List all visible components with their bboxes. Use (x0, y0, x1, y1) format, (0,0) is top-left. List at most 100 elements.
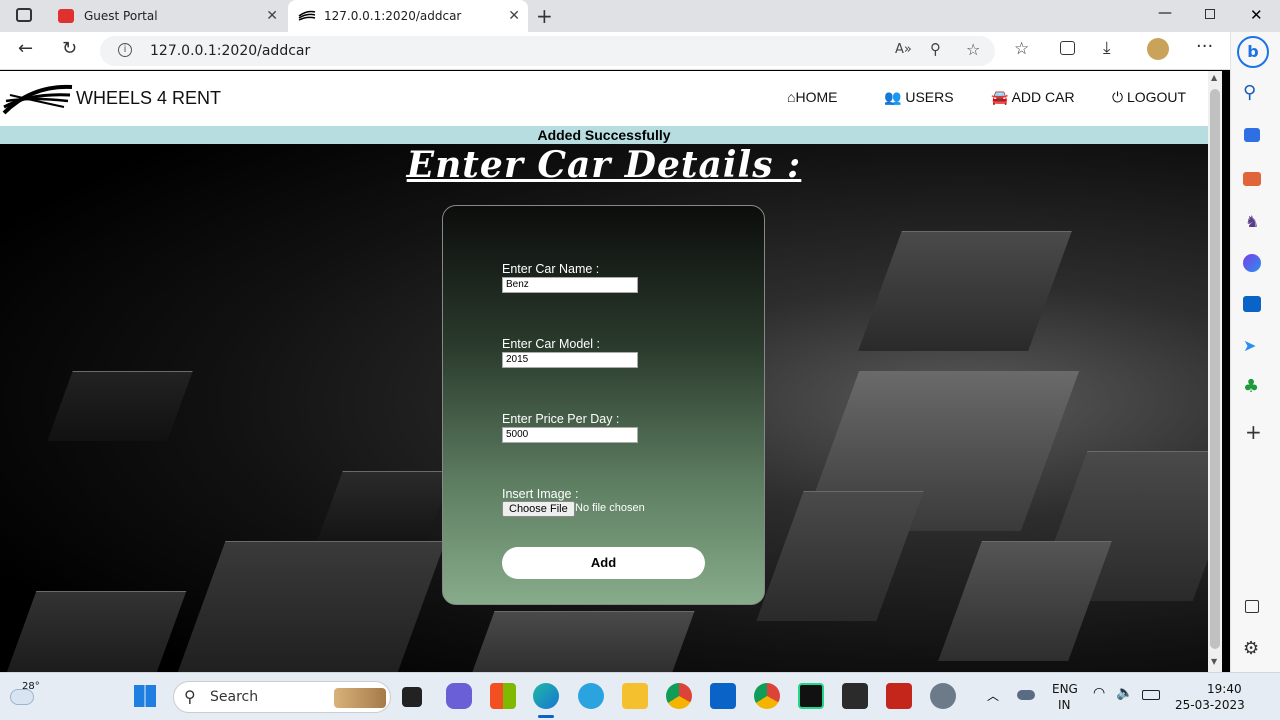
guest-portal-favicon-icon (58, 9, 74, 23)
add-favorite-icon[interactable]: ☆ (966, 40, 980, 59)
nav-add-car-link[interactable]: 🚘 ADD CAR (991, 89, 1075, 106)
close-tab-icon[interactable]: ✕ (266, 8, 278, 24)
outlook-icon[interactable] (1243, 296, 1261, 312)
url-text: 127.0.0.1:2020/addcar (150, 43, 311, 59)
task-view-icon[interactable] (402, 687, 422, 707)
users-icon: 👥 (884, 89, 902, 105)
search-highlight-image (334, 688, 386, 708)
sidebar-toggle-icon[interactable] (1245, 600, 1259, 613)
chrome-profile-icon[interactable] (754, 683, 780, 709)
car-icon: 🚘 (991, 89, 1009, 105)
nav-logout-link[interactable]: ⏻ LOGOUT (1112, 89, 1186, 106)
browser-toolbar: ← ↻ i 127.0.0.1:2020/addcar A» ⚲ ☆ ☆ ⤓ ·… (0, 32, 1280, 70)
settings-gear-icon[interactable]: ⚙ (1243, 638, 1259, 659)
scrollbar-thumb[interactable] (1210, 89, 1220, 649)
search-icon[interactable]: ⚲ (1243, 82, 1256, 103)
bing-chat-icon[interactable]: b (1237, 36, 1269, 68)
acrobat-icon[interactable] (886, 683, 912, 709)
scroll-up-icon[interactable]: ▲ (1211, 73, 1217, 82)
choose-file-button[interactable]: Choose File (502, 501, 575, 517)
nav-users-link[interactable]: 👥 USERS (884, 89, 954, 106)
nav-add-car-label: ADD CAR (1011, 89, 1075, 105)
image-label: Insert Image : (502, 487, 579, 501)
address-bar[interactable]: i 127.0.0.1:2020/addcar A» ⚲ ☆ (100, 36, 995, 66)
price-label: Enter Price Per Day : (502, 412, 620, 426)
battery-icon[interactable] (1142, 690, 1160, 700)
pycharm-icon[interactable] (798, 683, 824, 709)
office-icon[interactable] (1243, 254, 1261, 272)
tab-title: 127.0.0.1:2020/addcar (324, 9, 462, 23)
more-menu-icon[interactable]: ··· (1196, 36, 1213, 57)
taskbar-search[interactable]: ⚲ Search (173, 681, 391, 713)
teams-chat-icon[interactable] (446, 683, 472, 709)
language-line2[interactable]: IN (1058, 698, 1071, 712)
read-aloud-icon[interactable]: A» (895, 42, 912, 57)
page-scrollbar[interactable]: ▲ ▼ (1208, 71, 1222, 672)
zoom-icon[interactable]: ⚲ (930, 40, 941, 58)
games-chess-icon[interactable]: ♞ (1245, 212, 1259, 231)
add-sidebar-icon[interactable]: + (1245, 420, 1262, 444)
price-input[interactable]: 5000 (502, 427, 638, 443)
clock-date[interactable]: 25-03-2023 (1175, 698, 1245, 712)
terminal-icon[interactable] (842, 683, 868, 709)
tab-guest-portal[interactable]: Guest Portal ✕ (48, 0, 286, 32)
page-content: WHEELS 4 RENT ⌂HOME 👥 USERS 🚘 ADD CAR ⏻ … (0, 71, 1208, 672)
wheels-favicon-icon (298, 10, 316, 21)
car-name-input[interactable]: Benz (502, 277, 638, 293)
nav-logout-label: LOGOUT (1126, 89, 1187, 105)
car-model-label: Enter Car Model : (502, 337, 600, 351)
wifi-icon[interactable]: ◠ (1093, 685, 1105, 701)
start-windows-icon[interactable] (134, 685, 156, 707)
browser-tab-bar: Guest Portal ✕ 127.0.0.1:2020/addcar ✕ +… (0, 0, 1280, 32)
volume-icon[interactable]: 🔈 (1116, 685, 1133, 701)
close-window-icon[interactable]: ✕ (1250, 6, 1263, 24)
tools-briefcase-icon[interactable] (1243, 172, 1261, 186)
power-icon: ⏻ (1112, 89, 1124, 105)
edge-browser-icon[interactable] (533, 683, 559, 709)
language-line1[interactable]: ENG (1052, 682, 1078, 696)
settings-icon[interactable] (930, 683, 956, 709)
edge-sidebar: b ⚲ ♞ ➤ ♣ + ⚙ (1230, 32, 1280, 672)
store-icon[interactable] (490, 683, 516, 709)
onedrive-icon[interactable] (1017, 690, 1035, 700)
car-model-input[interactable]: 2015 (502, 352, 638, 368)
site-navbar: WHEELS 4 RENT ⌂HOME 👥 USERS 🚘 ADD CAR ⏻ … (0, 71, 1208, 126)
file-status-text: No file chosen (575, 502, 645, 514)
tray-chevron-icon[interactable]: ︿ (987, 687, 999, 704)
back-arrow-icon[interactable]: ← (18, 38, 33, 59)
new-tab-icon[interactable]: + (536, 4, 553, 28)
collections-icon[interactable] (1060, 41, 1075, 55)
tab-title: Guest Portal (84, 9, 158, 23)
close-tab-icon[interactable]: ✕ (508, 8, 520, 24)
minimize-icon[interactable]: — (1158, 5, 1172, 21)
scroll-down-icon[interactable]: ▼ (1211, 657, 1217, 666)
wheels-logo-icon (2, 84, 73, 115)
search-icon: ⚲ (184, 687, 196, 706)
add-button[interactable]: Add (502, 547, 705, 579)
tab-addcar[interactable]: 127.0.0.1:2020/addcar ✕ (288, 0, 528, 32)
mail-icon[interactable] (710, 683, 736, 709)
add-car-form: Enter Car Name : Benz Enter Car Model : … (442, 205, 765, 605)
tab-actions-icon[interactable] (16, 8, 32, 22)
refresh-icon[interactable]: ↻ (62, 38, 77, 59)
site-info-icon[interactable]: i (118, 43, 132, 57)
clock-time[interactable]: 19:40 (1207, 682, 1242, 696)
file-explorer-icon[interactable] (622, 683, 648, 709)
maximize-icon[interactable] (1205, 9, 1215, 19)
page-title: Enter Car Details : (406, 144, 802, 186)
site-logo-text[interactable]: WHEELS 4 RENT (76, 88, 221, 109)
success-message: Added Successfully (0, 126, 1208, 144)
tree-icon[interactable]: ♣ (1243, 376, 1259, 397)
favorites-icon[interactable]: ☆ (1014, 39, 1029, 59)
weather-temp: 28° (22, 681, 40, 692)
profile-avatar[interactable] (1147, 38, 1169, 60)
send-icon[interactable]: ➤ (1243, 336, 1256, 355)
search-label: Search (210, 689, 259, 705)
chrome-icon[interactable] (666, 683, 692, 709)
car-name-label: Enter Car Name : (502, 262, 600, 276)
shopping-tag-icon[interactable] (1244, 128, 1260, 142)
telegram-icon[interactable] (578, 683, 604, 709)
nav-home-link[interactable]: ⌂HOME (787, 89, 837, 105)
nav-home-label: HOME (795, 89, 838, 105)
downloads-icon[interactable]: ⤓ (1103, 38, 1111, 58)
